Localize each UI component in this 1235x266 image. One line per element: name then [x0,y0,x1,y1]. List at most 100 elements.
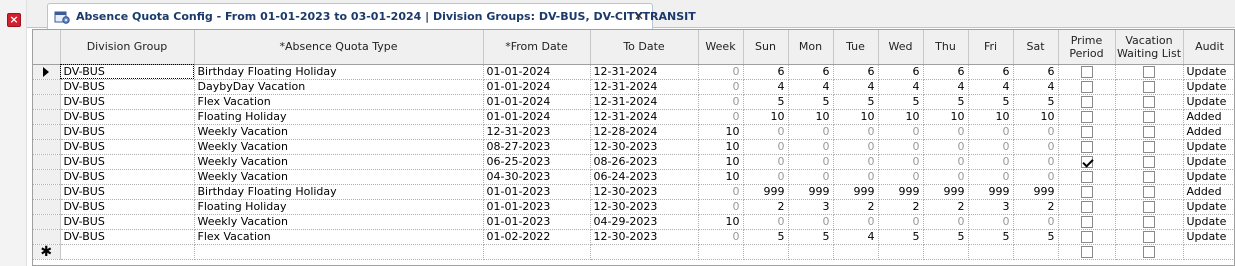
tue-cell[interactable]: 0 [833,154,879,170]
table-row[interactable]: DV-BUS Flex Vacation 01-01-2024 12-31-2024 0… [33,94,1234,110]
row-selector[interactable] [33,199,61,215]
tue-cell[interactable]: 0 [833,169,879,185]
fri-cell[interactable]: 4 [968,79,1014,95]
division-group-cell[interactable]: DV-BUS [60,154,195,170]
mon-cell[interactable]: 6 [788,64,834,80]
fri-cell[interactable]: 5 [968,94,1014,110]
tab-close-icon[interactable]: ✕ [634,9,644,23]
prime-period-checkbox[interactable] [1080,170,1093,183]
new-row-cell[interactable] [698,244,744,260]
to-date-cell[interactable]: 12-30-2023 [590,139,699,155]
header-wed[interactable]: Wed [878,30,924,65]
vacation-waiting-list-checkbox[interactable] [1143,80,1155,93]
tue-cell[interactable]: 0 [833,139,879,155]
week-cell[interactable]: 0 [698,199,744,215]
week-cell[interactable]: 10 [698,124,744,140]
absence-quota-type-cell[interactable]: Weekly Vacation [194,169,484,185]
absence-quota-type-cell[interactable]: Birthday Floating Holiday [194,184,484,200]
wed-cell[interactable]: 4 [878,79,924,95]
tue-cell[interactable]: 2 [833,199,879,215]
tue-cell[interactable]: 4 [833,79,879,95]
sat-cell[interactable]: 0 [1013,124,1059,140]
vacation-waiting-list-checkbox[interactable] [1143,65,1155,78]
absence-quota-type-cell[interactable]: Weekly Vacation [194,139,484,155]
sat-cell[interactable]: 5 [1013,229,1059,245]
tue-cell[interactable]: 4 [833,229,879,245]
fri-cell[interactable]: 0 [968,214,1014,230]
header-sun[interactable]: Sun [743,30,789,65]
mon-cell[interactable]: 5 [788,229,834,245]
new-row-cell[interactable] [923,244,969,260]
week-cell[interactable]: 0 [698,229,744,245]
week-cell[interactable]: 0 [698,184,744,200]
mon-cell[interactable]: 0 [788,169,834,185]
from-date-cell[interactable]: 04-30-2023 [483,169,591,185]
sun-cell[interactable]: 5 [743,94,789,110]
to-date-cell[interactable]: 12-28-2024 [590,124,699,140]
fri-cell[interactable]: 0 [968,124,1014,140]
table-row[interactable]: DV-BUS Weekly Vacation 12-31-2023 12-28-202… [33,124,1234,140]
vacation-waiting-list-checkbox[interactable] [1143,125,1155,138]
fri-cell[interactable]: 0 [968,139,1014,155]
division-group-cell[interactable]: DV-BUS [60,169,195,185]
division-group-cell[interactable]: DV-BUS [60,214,195,230]
mon-cell[interactable]: 10 [788,109,834,125]
to-date-cell[interactable]: 12-31-2024 [590,79,699,95]
prime-period-checkbox[interactable] [1080,140,1093,153]
new-row-cell[interactable] [743,244,789,260]
wed-cell[interactable]: 0 [878,124,924,140]
vacation-waiting-list-checkbox[interactable] [1143,140,1155,153]
new-row-cell[interactable] [1115,244,1184,260]
prime-period-checkbox[interactable] [1080,155,1093,168]
fri-cell[interactable]: 0 [968,154,1014,170]
vacation-waiting-list-checkbox[interactable] [1143,110,1155,123]
table-row[interactable]: DV-BUS Floating Holiday 01-01-2024 12-31-20… [33,109,1234,125]
week-cell[interactable]: 0 [698,79,744,95]
vacation-waiting-list-checkbox[interactable] [1143,170,1155,183]
thu-cell[interactable]: 0 [923,214,969,230]
mon-cell[interactable]: 999 [788,184,834,200]
row-selector[interactable] [33,124,61,140]
thu-cell[interactable]: 2 [923,199,969,215]
mon-cell[interactable]: 0 [788,154,834,170]
vacation-waiting-list-checkbox[interactable] [1143,215,1155,228]
thu-cell[interactable]: 10 [923,109,969,125]
week-cell[interactable]: 10 [698,139,744,155]
sun-cell[interactable]: 6 [743,64,789,80]
absence-quota-type-cell[interactable]: DaybyDay Vacation [194,79,484,95]
table-row[interactable]: DV-BUS Weekly Vacation 08-27-2023 12-30-202… [33,139,1234,155]
new-row-cell[interactable] [1058,244,1116,260]
sat-cell[interactable]: 6 [1013,64,1059,80]
header-week[interactable]: Week [698,30,744,65]
wed-cell[interactable]: 5 [878,229,924,245]
wed-cell[interactable]: 0 [878,214,924,230]
prime-period-checkbox[interactable] [1080,125,1093,138]
from-date-cell[interactable]: 01-01-2024 [483,94,591,110]
week-cell[interactable]: 0 [698,109,744,125]
sun-cell[interactable]: 999 [743,184,789,200]
row-selector[interactable] [33,184,61,200]
absence-quota-type-cell[interactable]: Flex Vacation [194,94,484,110]
fri-cell[interactable]: 10 [968,109,1014,125]
row-selector[interactable] [33,214,61,230]
sun-cell[interactable]: 0 [743,154,789,170]
new-row[interactable]: ✱ [33,244,1234,260]
header-sat[interactable]: Sat [1013,30,1059,65]
thu-cell[interactable]: 999 [923,184,969,200]
vacation-waiting-list-checkbox[interactable] [1143,95,1155,108]
absence-quota-type-cell[interactable]: Weekly Vacation [194,124,484,140]
vacation-waiting-list-checkbox[interactable] [1143,245,1155,258]
sat-cell[interactable]: 0 [1013,169,1059,185]
tab-absence-quota-config[interactable]: Absence Quota Config - From 01-01-2023 t… [47,3,696,29]
table-row[interactable]: DV-BUS Weekly Vacation 01-01-2023 04-29-202… [33,214,1234,230]
division-group-cell[interactable]: DV-BUS [60,139,195,155]
table-row[interactable]: DV-BUS Floating Holiday 01-01-2023 12-30-20… [33,199,1234,215]
sun-cell[interactable]: 0 [743,214,789,230]
wed-cell[interactable]: 0 [878,139,924,155]
wed-cell[interactable]: 0 [878,169,924,185]
from-date-cell[interactable]: 01-01-2024 [483,109,591,125]
prime-period-checkbox[interactable] [1080,185,1093,198]
week-cell[interactable]: 0 [698,64,744,80]
sat-cell[interactable]: 4 [1013,79,1059,95]
prime-period-checkbox[interactable] [1080,245,1093,258]
